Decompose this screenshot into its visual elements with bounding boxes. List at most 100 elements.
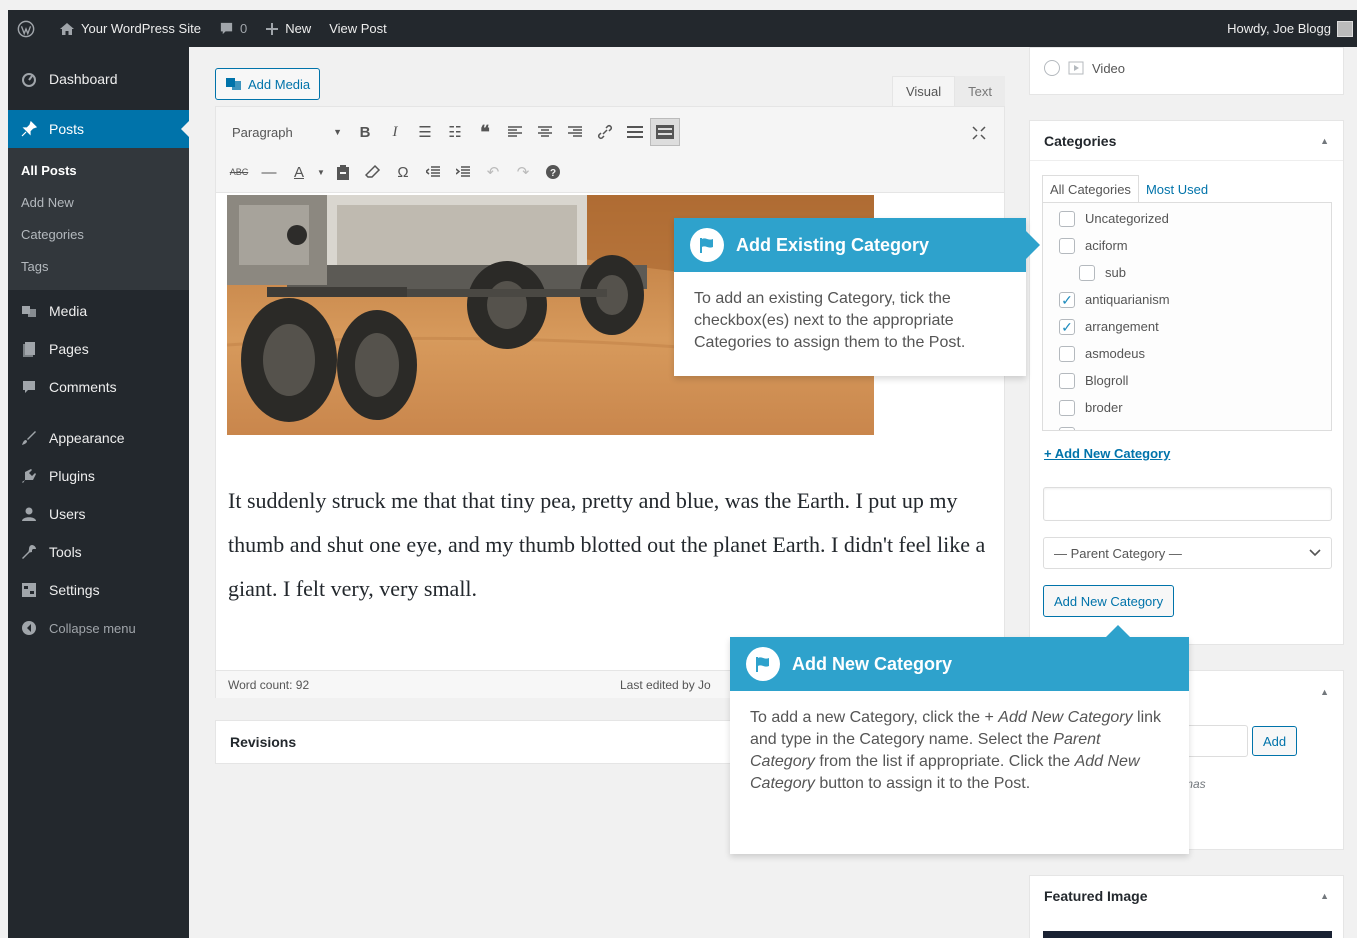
pointer-body: To add a new Category, click the + Add N… xyxy=(730,691,1189,811)
tab-visual[interactable]: Visual xyxy=(891,76,956,106)
blockquote-icon[interactable]: ❝ xyxy=(470,118,500,146)
menu-plugins[interactable]: Plugins xyxy=(8,457,189,495)
comment-bubble-icon xyxy=(220,22,233,35)
site-name-label: Your WordPress Site xyxy=(81,21,201,36)
collapse-arrow-icon[interactable]: ▲ xyxy=(1320,891,1329,901)
pointer-header: Add New Category xyxy=(730,637,1189,691)
tab-most-used[interactable]: Most Used xyxy=(1139,175,1215,203)
add-media-label: Add Media xyxy=(248,76,311,92)
comments-icon xyxy=(19,379,39,395)
my-account-menu[interactable]: Howdy, Joe Blogg xyxy=(1218,10,1357,47)
wp-logo-button[interactable] xyxy=(8,10,50,47)
post-body-text[interactable]: It suddenly struck me that that tiny pea… xyxy=(228,479,998,611)
collapse-menu-button[interactable]: Collapse menu xyxy=(8,609,189,647)
category-checkbox[interactable] xyxy=(1059,210,1075,227)
site-name-link[interactable]: Your WordPress Site xyxy=(50,10,210,47)
add-media-button[interactable]: Add Media xyxy=(215,68,321,100)
horizontal-line-icon[interactable]: — xyxy=(254,158,284,186)
submenu-add-new[interactable]: Add New xyxy=(8,186,189,218)
align-center-icon[interactable] xyxy=(530,118,560,146)
menu-appearance[interactable]: Appearance xyxy=(8,419,189,457)
menu-dashboard[interactable]: Dashboard xyxy=(8,60,189,98)
category-checkbox[interactable] xyxy=(1059,372,1075,389)
categories-title-bar[interactable]: Categories ▲ xyxy=(1030,121,1343,161)
category-item[interactable]: Uncategorized xyxy=(1043,205,1331,232)
undo-icon[interactable]: ↶ xyxy=(478,158,508,186)
format-video-label: Video xyxy=(1092,60,1126,76)
add-new-category-button[interactable]: Add New Category xyxy=(1043,585,1175,617)
submenu-all-posts[interactable]: All Posts xyxy=(8,154,189,186)
category-checkbox-checked[interactable]: ✓ xyxy=(1059,291,1075,308)
pointer-header: Add Existing Category xyxy=(674,218,1026,272)
menu-tools[interactable]: Tools xyxy=(8,533,189,571)
indent-icon[interactable] xyxy=(448,158,478,186)
new-content-link[interactable]: New xyxy=(256,10,320,47)
read-more-icon[interactable] xyxy=(620,118,650,146)
numbered-list-icon[interactable]: ☷ xyxy=(440,118,470,146)
menu-users-label: Users xyxy=(49,506,86,522)
menu-pages[interactable]: Pages xyxy=(8,330,189,368)
tab-text[interactable]: Text xyxy=(955,76,1005,106)
eraser-icon[interactable] xyxy=(358,158,388,186)
category-item[interactable]: sub xyxy=(1043,259,1331,286)
redo-icon[interactable]: ↷ xyxy=(508,158,538,186)
category-item[interactable]: Blogroll xyxy=(1043,367,1331,394)
parent-category-select[interactable]: — Parent Category — xyxy=(1043,537,1332,569)
category-checkbox[interactable] xyxy=(1059,237,1075,254)
collapse-arrow-icon[interactable]: ▲ xyxy=(1320,136,1329,146)
format-select[interactable]: Paragraph ▼ xyxy=(224,119,350,145)
category-checklist: Uncategorized aciform sub ✓ antiquarianis… xyxy=(1042,202,1332,431)
featured-image-thumbnail[interactable] xyxy=(1043,931,1332,938)
pointer-text: from the list if appropriate. Click the xyxy=(814,753,1075,770)
categories-title: Categories xyxy=(1044,132,1117,149)
category-item[interactable]: aciform xyxy=(1043,232,1331,259)
submenu-categories[interactable]: Categories xyxy=(8,218,189,250)
comments-link[interactable]: 0 xyxy=(210,10,256,47)
bullet-list-icon[interactable]: ☰ xyxy=(410,118,440,146)
menu-appearance-label: Appearance xyxy=(49,430,125,446)
special-character-icon[interactable]: Ω xyxy=(388,158,418,186)
toolbar-toggle-icon[interactable] xyxy=(650,118,680,146)
outdent-icon[interactable] xyxy=(418,158,448,186)
category-item-cut-off[interactable] xyxy=(1043,421,1331,430)
align-right-icon[interactable] xyxy=(560,118,590,146)
featured-image-title-bar[interactable]: Featured Image ▲ xyxy=(1030,876,1343,916)
category-checkbox[interactable] xyxy=(1059,345,1075,362)
align-left-icon[interactable] xyxy=(500,118,530,146)
text-color-icon[interactable]: A xyxy=(284,158,314,186)
editor-box: Paragraph ▼ B I ☰ ☷ ❝ ABC — A ▼ Ω ↶ ↷ ? … xyxy=(215,106,1005,698)
view-post-link[interactable]: View Post xyxy=(320,10,396,47)
menu-plugins-label: Plugins xyxy=(49,468,95,484)
category-item[interactable]: asmodeus xyxy=(1043,340,1331,367)
link-icon[interactable] xyxy=(590,118,620,146)
category-item[interactable]: ✓ arrangement xyxy=(1043,313,1331,340)
category-checkbox[interactable] xyxy=(1079,264,1095,281)
format-video-radio[interactable] xyxy=(1044,60,1060,76)
help-icon[interactable]: ? xyxy=(538,158,568,186)
add-tag-button[interactable]: Add xyxy=(1252,726,1298,756)
category-item[interactable]: broder xyxy=(1043,394,1331,421)
tab-all-categories[interactable]: All Categories xyxy=(1042,175,1139,203)
submenu-tags[interactable]: Tags xyxy=(8,250,189,282)
flag-icon xyxy=(690,228,724,262)
category-item[interactable]: ✓ antiquarianism xyxy=(1043,286,1331,313)
strikethrough-icon[interactable]: ABC xyxy=(224,158,254,186)
menu-media[interactable]: Media xyxy=(8,292,189,330)
add-new-category-link[interactable]: + Add New Category xyxy=(1044,446,1170,461)
view-post-label: View Post xyxy=(329,21,387,36)
menu-comments[interactable]: Comments xyxy=(8,368,189,406)
menu-tools-label: Tools xyxy=(49,544,82,560)
menu-users[interactable]: Users xyxy=(8,495,189,533)
menu-posts[interactable]: Posts xyxy=(8,110,189,148)
category-checkbox-checked[interactable]: ✓ xyxy=(1059,318,1075,335)
collapse-arrow-icon[interactable]: ▲ xyxy=(1320,687,1329,697)
bold-button[interactable]: B xyxy=(350,118,380,146)
category-checkbox[interactable] xyxy=(1059,399,1075,416)
menu-settings[interactable]: Settings xyxy=(8,571,189,609)
italic-button[interactable]: I xyxy=(380,118,410,146)
distraction-free-icon[interactable] xyxy=(964,119,994,147)
new-category-name-input[interactable] xyxy=(1043,487,1332,521)
category-checkbox[interactable] xyxy=(1059,426,1075,430)
paste-text-icon[interactable] xyxy=(328,158,358,186)
text-color-dropdown-icon[interactable]: ▼ xyxy=(314,158,328,186)
